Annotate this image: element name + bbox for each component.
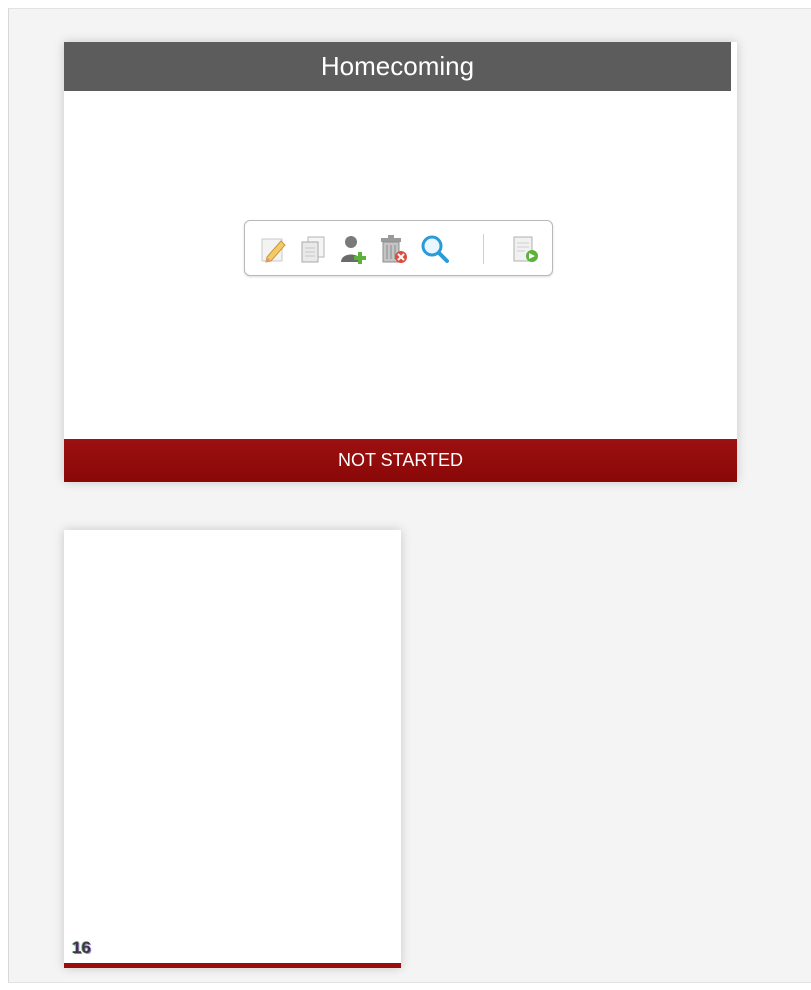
card-count: 16 xyxy=(72,938,91,957)
preview-button[interactable] xyxy=(417,231,453,267)
second-card[interactable]: 16 xyxy=(64,530,401,968)
homecoming-card[interactable]: Homecoming NOT STARTED xyxy=(64,42,737,482)
toolbar-separator xyxy=(483,234,484,264)
pencil-edit-icon xyxy=(261,238,286,263)
status-bar: NOT STARTED xyxy=(64,439,737,482)
add-user-button[interactable] xyxy=(335,231,371,267)
add-user-icon xyxy=(341,236,366,264)
magnifier-icon xyxy=(421,235,449,263)
card-action-toolbar xyxy=(244,220,553,276)
card-title: Homecoming xyxy=(64,42,731,91)
export-button[interactable] xyxy=(507,231,543,267)
trash-delete-icon xyxy=(381,235,407,263)
copy-button[interactable] xyxy=(295,231,331,267)
copy-pages-icon xyxy=(301,236,325,263)
status-strip xyxy=(64,963,401,968)
edit-button[interactable] xyxy=(255,231,291,267)
export-document-icon xyxy=(513,236,538,262)
delete-button[interactable] xyxy=(375,231,411,267)
